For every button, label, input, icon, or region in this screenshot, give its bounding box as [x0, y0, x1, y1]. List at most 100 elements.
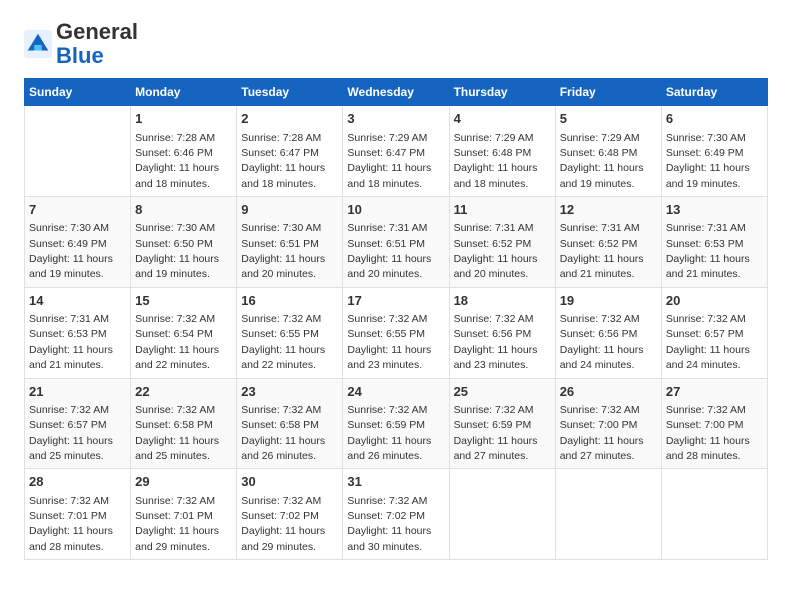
calendar-cell: 11 Sunrise: 7:31 AM Sunset: 6:52 PM Dayli…	[449, 197, 555, 288]
day-number: 13	[666, 201, 763, 219]
calendar-cell: 2 Sunrise: 7:28 AM Sunset: 6:47 PM Daylig…	[237, 106, 343, 197]
calendar-cell	[661, 469, 767, 560]
day-info: Sunrise: 7:31 AM Sunset: 6:52 PM Dayligh…	[454, 222, 538, 280]
logo-icon	[24, 30, 52, 58]
week-row-4: 21 Sunrise: 7:32 AM Sunset: 6:57 PM Dayli…	[25, 378, 768, 469]
day-info: Sunrise: 7:32 AM Sunset: 7:01 PM Dayligh…	[29, 495, 113, 553]
calendar-cell: 22 Sunrise: 7:32 AM Sunset: 6:58 PM Dayli…	[131, 378, 237, 469]
calendar-cell: 18 Sunrise: 7:32 AM Sunset: 6:56 PM Dayli…	[449, 287, 555, 378]
calendar-cell: 9 Sunrise: 7:30 AM Sunset: 6:51 PM Daylig…	[237, 197, 343, 288]
day-number: 22	[135, 383, 232, 401]
day-info: Sunrise: 7:32 AM Sunset: 7:00 PM Dayligh…	[560, 404, 644, 462]
calendar-cell: 23 Sunrise: 7:32 AM Sunset: 6:58 PM Dayli…	[237, 378, 343, 469]
calendar-cell: 1Sunrise: 7:28 AM Sunset: 6:46 PM Daylig…	[131, 106, 237, 197]
calendar-cell: 20 Sunrise: 7:32 AM Sunset: 6:57 PM Dayli…	[661, 287, 767, 378]
calendar-cell: 14 Sunrise: 7:31 AM Sunset: 6:53 PM Dayli…	[25, 287, 131, 378]
logo-general: General	[56, 19, 138, 44]
day-number: 1	[135, 110, 232, 128]
day-number: 17	[347, 292, 444, 310]
day-number: 14	[29, 292, 126, 310]
day-info: Sunrise: 7:31 AM Sunset: 6:53 PM Dayligh…	[29, 313, 113, 371]
day-number: 28	[29, 473, 126, 491]
day-number: 18	[454, 292, 551, 310]
day-info: Sunrise: 7:30 AM Sunset: 6:49 PM Dayligh…	[666, 132, 750, 190]
day-info: Sunrise: 7:30 AM Sunset: 6:49 PM Dayligh…	[29, 222, 113, 280]
calendar-cell: 4 Sunrise: 7:29 AM Sunset: 6:48 PM Daylig…	[449, 106, 555, 197]
day-number: 3	[347, 110, 444, 128]
day-number: 7	[29, 201, 126, 219]
day-info: Sunrise: 7:30 AM Sunset: 6:50 PM Dayligh…	[135, 222, 219, 280]
calendar-cell: 8 Sunrise: 7:30 AM Sunset: 6:50 PM Daylig…	[131, 197, 237, 288]
day-number: 8	[135, 201, 232, 219]
day-info: Sunrise: 7:31 AM Sunset: 6:53 PM Dayligh…	[666, 222, 750, 280]
day-info: Sunrise: 7:29 AM Sunset: 6:48 PM Dayligh…	[560, 132, 644, 190]
day-info: Sunrise: 7:32 AM Sunset: 6:59 PM Dayligh…	[454, 404, 538, 462]
weekday-header-saturday: Saturday	[661, 79, 767, 106]
weekday-header-sunday: Sunday	[25, 79, 131, 106]
day-info: Sunrise: 7:32 AM Sunset: 7:02 PM Dayligh…	[241, 495, 325, 553]
day-number: 16	[241, 292, 338, 310]
day-number: 19	[560, 292, 657, 310]
week-row-3: 14 Sunrise: 7:31 AM Sunset: 6:53 PM Dayli…	[25, 287, 768, 378]
day-info: Sunrise: 7:32 AM Sunset: 6:57 PM Dayligh…	[29, 404, 113, 462]
calendar-cell: 15 Sunrise: 7:32 AM Sunset: 6:54 PM Dayli…	[131, 287, 237, 378]
calendar-cell: 24Sunrise: 7:32 AM Sunset: 6:59 PM Dayli…	[343, 378, 449, 469]
calendar-cell: 30 Sunrise: 7:32 AM Sunset: 7:02 PM Dayli…	[237, 469, 343, 560]
day-info: Sunrise: 7:32 AM Sunset: 6:56 PM Dayligh…	[454, 313, 538, 371]
calendar-cell: 13 Sunrise: 7:31 AM Sunset: 6:53 PM Dayli…	[661, 197, 767, 288]
weekday-header-wednesday: Wednesday	[343, 79, 449, 106]
day-info: Sunrise: 7:28 AM Sunset: 6:47 PM Dayligh…	[241, 132, 325, 190]
day-number: 29	[135, 473, 232, 491]
calendar-cell: 6Sunrise: 7:30 AM Sunset: 6:49 PM Daylig…	[661, 106, 767, 197]
calendar-cell: 27Sunrise: 7:32 AM Sunset: 7:00 PM Dayli…	[661, 378, 767, 469]
weekday-header-tuesday: Tuesday	[237, 79, 343, 106]
day-number: 15	[135, 292, 232, 310]
calendar-cell: 29Sunrise: 7:32 AM Sunset: 7:01 PM Dayli…	[131, 469, 237, 560]
calendar-cell: 31Sunrise: 7:32 AM Sunset: 7:02 PM Dayli…	[343, 469, 449, 560]
header: General Blue	[24, 20, 768, 68]
day-info: Sunrise: 7:32 AM Sunset: 6:55 PM Dayligh…	[241, 313, 325, 371]
day-number: 30	[241, 473, 338, 491]
calendar-cell: 3Sunrise: 7:29 AM Sunset: 6:47 PM Daylig…	[343, 106, 449, 197]
day-info: Sunrise: 7:32 AM Sunset: 6:57 PM Dayligh…	[666, 313, 750, 371]
calendar-cell: 17Sunrise: 7:32 AM Sunset: 6:55 PM Dayli…	[343, 287, 449, 378]
calendar-cell: 26Sunrise: 7:32 AM Sunset: 7:00 PM Dayli…	[555, 378, 661, 469]
calendar-cell: 10 Sunrise: 7:31 AM Sunset: 6:51 PM Dayli…	[343, 197, 449, 288]
day-info: Sunrise: 7:32 AM Sunset: 6:58 PM Dayligh…	[135, 404, 219, 462]
day-info: Sunrise: 7:31 AM Sunset: 6:51 PM Dayligh…	[347, 222, 431, 280]
day-number: 10	[347, 201, 444, 219]
calendar-table: SundayMondayTuesdayWednesdayThursdayFrid…	[24, 78, 768, 560]
logo-blue: Blue	[56, 43, 104, 68]
calendar-cell	[449, 469, 555, 560]
calendar-cell: 7 Sunrise: 7:30 AM Sunset: 6:49 PM Daylig…	[25, 197, 131, 288]
week-row-5: 28 Sunrise: 7:32 AM Sunset: 7:01 PM Dayli…	[25, 469, 768, 560]
day-info: Sunrise: 7:32 AM Sunset: 6:54 PM Dayligh…	[135, 313, 219, 371]
calendar-cell: 28 Sunrise: 7:32 AM Sunset: 7:01 PM Dayli…	[25, 469, 131, 560]
calendar-cell: 16 Sunrise: 7:32 AM Sunset: 6:55 PM Dayli…	[237, 287, 343, 378]
day-number: 2	[241, 110, 338, 128]
day-number: 9	[241, 201, 338, 219]
day-number: 5	[560, 110, 657, 128]
day-number: 31	[347, 473, 444, 491]
day-info: Sunrise: 7:29 AM Sunset: 6:48 PM Dayligh…	[454, 132, 538, 190]
weekday-header-friday: Friday	[555, 79, 661, 106]
day-info: Sunrise: 7:31 AM Sunset: 6:52 PM Dayligh…	[560, 222, 644, 280]
day-number: 11	[454, 201, 551, 219]
page-container: General Blue SundayMondayTuesdayWednesda…	[0, 0, 792, 576]
logo-text: General Blue	[56, 20, 138, 68]
day-number: 21	[29, 383, 126, 401]
week-row-1: 1Sunrise: 7:28 AM Sunset: 6:46 PM Daylig…	[25, 106, 768, 197]
day-number: 20	[666, 292, 763, 310]
day-number: 23	[241, 383, 338, 401]
calendar-cell: 12Sunrise: 7:31 AM Sunset: 6:52 PM Dayli…	[555, 197, 661, 288]
calendar-cell: 21 Sunrise: 7:32 AM Sunset: 6:57 PM Dayli…	[25, 378, 131, 469]
day-info: Sunrise: 7:32 AM Sunset: 7:00 PM Dayligh…	[666, 404, 750, 462]
day-number: 4	[454, 110, 551, 128]
day-number: 25	[454, 383, 551, 401]
day-info: Sunrise: 7:32 AM Sunset: 6:58 PM Dayligh…	[241, 404, 325, 462]
calendar-cell: 5 Sunrise: 7:29 AM Sunset: 6:48 PM Daylig…	[555, 106, 661, 197]
logo: General Blue	[24, 20, 138, 68]
calendar-cell	[555, 469, 661, 560]
day-info: Sunrise: 7:32 AM Sunset: 6:56 PM Dayligh…	[560, 313, 644, 371]
day-info: Sunrise: 7:30 AM Sunset: 6:51 PM Dayligh…	[241, 222, 325, 280]
